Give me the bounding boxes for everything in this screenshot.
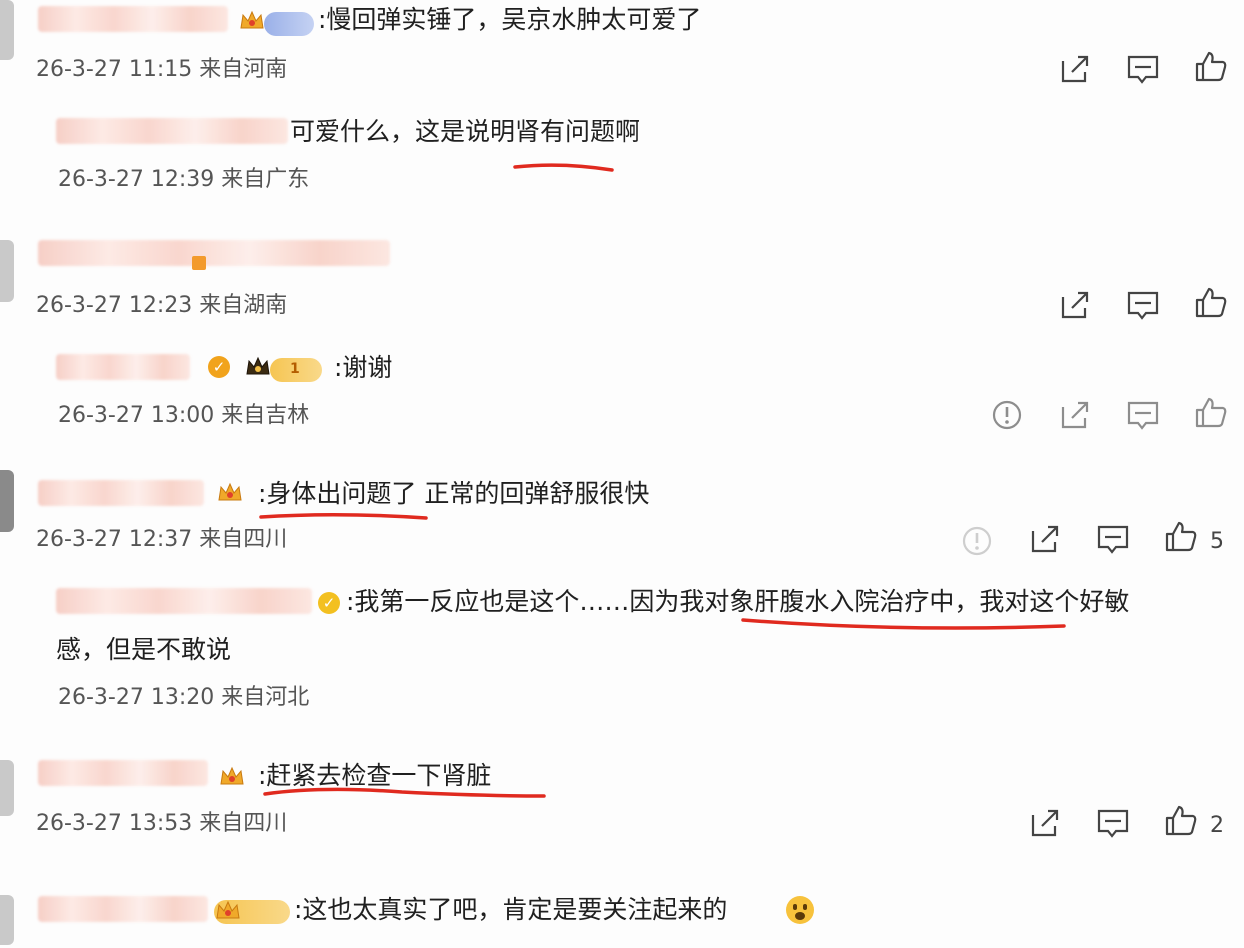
- username-blurred[interactable]: [38, 6, 228, 32]
- comment-text: :这也太真实了吧，肯定是要关注起来的: [294, 895, 728, 924]
- avatar[interactable]: [0, 895, 14, 945]
- annotation-underline: [741, 618, 1066, 630]
- vip-crown-icon: [218, 764, 246, 790]
- reply-text-continued: 感，但是不敢说: [56, 635, 232, 664]
- annotation-underline: [259, 512, 428, 520]
- share-icon[interactable]: [1058, 398, 1092, 432]
- vip-crown-icon: [238, 8, 266, 34]
- level-number: 1: [290, 361, 300, 377]
- comment-meta: 26-3-27 12:23 来自湖南: [36, 293, 288, 318]
- like-count: 5: [1210, 529, 1224, 554]
- comment-meta: 26-3-27 11:15 来自河南: [36, 57, 288, 82]
- comment-icon[interactable]: [1126, 288, 1160, 322]
- reply-meta: 26-3-27 13:00 来自吉林: [58, 403, 310, 428]
- orange-dot: [192, 256, 206, 270]
- avatar[interactable]: [0, 0, 14, 60]
- comment-text: :身体出问题了 正常的回弹舒服很快: [258, 479, 650, 508]
- comment-icon[interactable]: [1126, 52, 1160, 86]
- share-icon[interactable]: [1028, 522, 1062, 556]
- comment-meta: 26-3-27 12:37 来自四川: [36, 527, 288, 552]
- share-icon[interactable]: [1058, 52, 1092, 86]
- scared-emoji-icon: [786, 896, 814, 924]
- username-blurred[interactable]: [38, 480, 204, 506]
- reply-text: :谢谢: [334, 353, 393, 382]
- share-icon[interactable]: [1058, 288, 1092, 322]
- reply-meta: 26-3-27 13:20 来自河北: [58, 685, 310, 710]
- reply-username-blurred[interactable]: [56, 354, 190, 380]
- reply-text: 可爱什么，这是说明肾有问题啊: [290, 117, 641, 146]
- member-badge: [264, 12, 314, 36]
- annotation-underline: [263, 787, 546, 798]
- avatar[interactable]: [0, 470, 14, 532]
- vip-crown-icon: [214, 898, 242, 924]
- avatar[interactable]: [0, 760, 14, 816]
- like-count: 2: [1210, 813, 1224, 838]
- reply-username-blurred[interactable]: [56, 588, 312, 614]
- comment-icon[interactable]: [1126, 398, 1160, 432]
- avatar[interactable]: [0, 240, 14, 302]
- like-icon[interactable]: [1164, 520, 1198, 554]
- like-icon[interactable]: [1194, 50, 1228, 84]
- vip-crown-icon: [244, 354, 272, 380]
- vip-crown-icon: [216, 480, 244, 506]
- level-badge: 1: [270, 358, 322, 382]
- reply-username-blurred[interactable]: [56, 118, 288, 144]
- verified-icon: ✓: [208, 356, 230, 378]
- report-icon[interactable]: [990, 398, 1024, 432]
- like-icon[interactable]: [1164, 804, 1198, 838]
- comment-text: :慢回弹实锤了，吴京水肿太可爱了: [318, 5, 702, 34]
- comment-meta: 26-3-27 13:53 来自四川: [36, 811, 288, 836]
- like-icon[interactable]: [1194, 286, 1228, 320]
- username-blurred[interactable]: [38, 896, 208, 922]
- comment-icon[interactable]: [1096, 522, 1130, 556]
- share-icon[interactable]: [1028, 806, 1062, 840]
- comment-icon[interactable]: [1096, 806, 1130, 840]
- annotation-underline: [513, 163, 614, 172]
- username-blurred[interactable]: [38, 240, 390, 266]
- verified-icon: ✓: [318, 592, 340, 614]
- reply-meta: 26-3-27 12:39 来自广东: [58, 167, 310, 192]
- username-blurred[interactable]: [38, 760, 208, 786]
- like-icon[interactable]: [1194, 396, 1228, 430]
- report-icon[interactable]: [960, 524, 994, 558]
